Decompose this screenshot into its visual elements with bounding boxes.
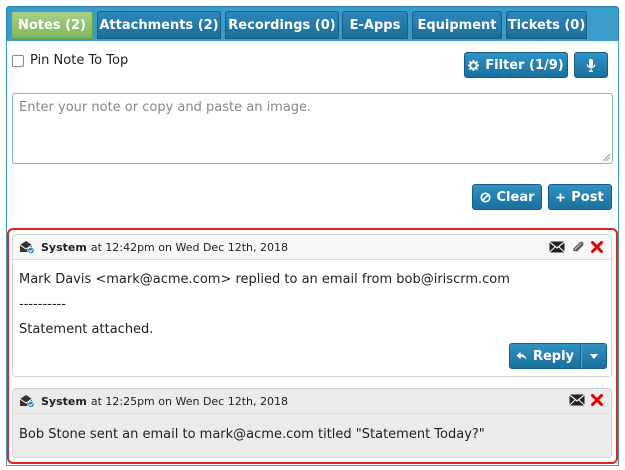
ban-icon	[479, 191, 491, 203]
reply-button-group: Reply	[509, 343, 607, 369]
note-timestamp: at 12:25pm on Wen Dec 12th, 2018	[90, 394, 288, 408]
tab-recordings[interactable]: Recordings (0)	[225, 11, 339, 39]
envelope-icon[interactable]	[549, 241, 565, 253]
gear-icon	[468, 59, 480, 71]
tab-e-apps[interactable]: E-Apps	[342, 11, 408, 39]
reply-arrow-icon	[516, 351, 527, 361]
pin-note-to-top[interactable]: Pin Note To Top	[12, 53, 128, 68]
caret-down-icon	[590, 353, 598, 359]
tab-equipment[interactable]: Equipment	[412, 11, 502, 39]
tab-bar: Notes (2) Attachments (2) Recordings (0)…	[6, 6, 619, 42]
note-placeholder: Enter your note or copy and paste an ima…	[19, 100, 312, 115]
note-divider	[13, 259, 611, 260]
clear-button[interactable]: Clear	[472, 184, 542, 210]
envelope-icon[interactable]	[569, 394, 585, 406]
post-button[interactable]: Post	[548, 184, 612, 210]
note-item: System at 12:25pm on Wen Dec 12th, 2018 …	[12, 388, 612, 458]
reply-button[interactable]: Reply	[509, 343, 581, 369]
pin-note-label: Pin Note To Top	[30, 53, 129, 68]
plus-icon	[556, 192, 565, 202]
note-textarea[interactable]: Enter your note or copy and paste an ima…	[12, 93, 613, 164]
microphone-button[interactable]	[574, 52, 608, 78]
tab-attachments[interactable]: Attachments (2)	[97, 11, 221, 39]
note-actions	[549, 240, 603, 254]
email-system-icon	[19, 395, 35, 408]
tab-notes[interactable]: Notes (2)	[11, 11, 93, 39]
note-author: System	[41, 394, 87, 408]
note-body-line: ----------	[19, 297, 66, 312]
microphone-icon	[586, 58, 596, 72]
note-actions	[569, 394, 603, 406]
note-author: System	[41, 240, 87, 254]
note-timestamp: at 12:42pm on Wed Dec 12th, 2018	[90, 240, 289, 254]
note-item: System at 12:42pm on Wed Dec 12th, 2018 …	[12, 234, 612, 377]
note-body-line: Mark Davis <mark@acme.com> replied to an…	[19, 272, 510, 287]
note-body-line: Bob Stone sent an email to mark@acme.com…	[19, 427, 485, 442]
reply-label: Reply	[532, 348, 575, 364]
tab-tickets[interactable]: Tickets (0)	[506, 11, 587, 39]
note-divider	[13, 413, 611, 414]
delete-icon[interactable]	[591, 394, 603, 406]
note-body-line: Statement attached.	[19, 322, 154, 337]
pin-note-checkbox[interactable]	[12, 54, 24, 67]
note-meta: System at 12:42pm on Wed Dec 12th, 2018	[19, 240, 288, 254]
delete-icon[interactable]	[591, 241, 603, 253]
resize-handle-icon[interactable]	[602, 153, 610, 161]
clear-label: Clear	[496, 189, 535, 205]
filter-label: Filter (1/9)	[485, 57, 564, 73]
post-label: Post	[571, 189, 604, 205]
filter-button[interactable]: Filter (1/9)	[464, 52, 568, 78]
email-system-icon	[19, 241, 35, 254]
paperclip-icon[interactable]	[571, 240, 585, 254]
note-meta: System at 12:25pm on Wen Dec 12th, 2018	[19, 394, 288, 408]
reply-dropdown-button[interactable]	[581, 343, 607, 369]
